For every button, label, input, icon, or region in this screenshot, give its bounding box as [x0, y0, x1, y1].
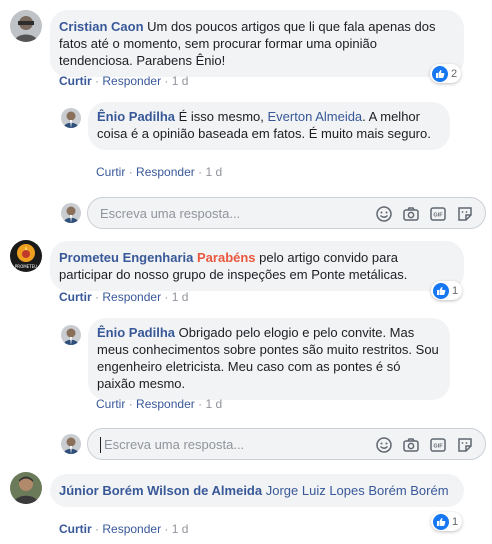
- avatar: [61, 203, 81, 223]
- comment-actions: Curtir · Responder · 1 d: [96, 397, 222, 411]
- comment-actions: Curtir · Responder · 1 d: [59, 74, 188, 88]
- mention-link[interactable]: Everton Almeida: [268, 109, 363, 124]
- reaction-count[interactable]: 1: [431, 281, 463, 300]
- reaction-number: 1: [452, 284, 459, 297]
- reply-link[interactable]: Responder: [102, 522, 161, 536]
- gif-icon[interactable]: GIF: [428, 435, 448, 455]
- sticker-icon[interactable]: [455, 435, 475, 455]
- separator: ·: [95, 522, 100, 536]
- reaction-number: 2: [451, 67, 458, 80]
- like-link[interactable]: Curtir: [59, 522, 92, 536]
- comment-author[interactable]: Júnior Borém Wilson de Almeida: [59, 483, 262, 498]
- avatar[interactable]: [10, 472, 42, 504]
- mention-link[interactable]: Jorge Luiz Lopes Borém Borém: [266, 483, 449, 498]
- comment-author[interactable]: Ênio Padilha: [97, 325, 175, 340]
- like-link[interactable]: Curtir: [59, 74, 92, 88]
- emoji-icon[interactable]: [374, 435, 394, 455]
- separator: ·: [164, 522, 169, 536]
- avatar: [61, 434, 81, 454]
- reply-box-icons: GIF: [374, 204, 475, 224]
- separator: ·: [95, 74, 100, 88]
- separator: ·: [95, 290, 100, 304]
- highlight-text: Parabéns: [197, 250, 256, 265]
- camera-icon[interactable]: [401, 204, 421, 224]
- reply-bubble: Ênio Padilha Obrigado pelo elogio e pelo…: [88, 318, 450, 400]
- like-icon: [433, 513, 449, 530]
- reply-input[interactable]: [88, 198, 358, 228]
- reply-link[interactable]: Responder: [136, 165, 195, 179]
- separator: ·: [198, 397, 203, 411]
- reply-box[interactable]: GIF: [87, 428, 486, 460]
- reply-link[interactable]: Responder: [102, 74, 161, 88]
- avatar[interactable]: [61, 325, 81, 345]
- avatar[interactable]: [10, 10, 42, 42]
- comment-actions: Curtir · Responder · 1 d: [96, 165, 222, 179]
- reaction-count[interactable]: 1: [431, 512, 463, 531]
- separator: ·: [198, 165, 203, 179]
- reaction-count[interactable]: 2: [430, 64, 462, 83]
- like-icon: [432, 65, 448, 82]
- reply-bubble: Ênio Padilha É isso mesmo, Everton Almei…: [88, 102, 450, 150]
- svg-text:GIF: GIF: [433, 444, 443, 450]
- sticker-icon[interactable]: [455, 204, 475, 224]
- reply-box-icons: GIF: [374, 435, 475, 455]
- comment-author[interactable]: Ênio Padilha: [97, 109, 175, 124]
- separator: ·: [164, 74, 169, 88]
- emoji-icon[interactable]: [374, 204, 394, 224]
- reply-link[interactable]: Responder: [136, 397, 195, 411]
- camera-icon[interactable]: [401, 435, 421, 455]
- text-caret: [100, 437, 101, 453]
- separator: ·: [164, 290, 169, 304]
- reaction-number: 1: [452, 515, 459, 528]
- like-link[interactable]: Curtir: [96, 165, 125, 179]
- timestamp[interactable]: 1 d: [205, 165, 222, 179]
- comment-author[interactable]: Prometeu Engenharia: [59, 250, 193, 265]
- avatar[interactable]: [61, 108, 81, 128]
- reply-input[interactable]: [88, 429, 358, 459]
- like-link[interactable]: Curtir: [96, 397, 125, 411]
- avatar-logo-text: PROMETEU: [15, 264, 37, 269]
- timestamp[interactable]: 1 d: [172, 290, 189, 304]
- comment-actions: Curtir · Responder · 1 d: [59, 522, 188, 536]
- reply-box[interactable]: GIF: [87, 197, 486, 229]
- comment-text-before: É isso mesmo,: [178, 109, 268, 124]
- separator: ·: [128, 165, 133, 179]
- svg-text:GIF: GIF: [433, 213, 443, 219]
- timestamp[interactable]: 1 d: [205, 397, 222, 411]
- comment-bubble: Júnior Borém Wilson de Almeida Jorge Lui…: [50, 474, 464, 507]
- timestamp[interactable]: 1 d: [172, 522, 189, 536]
- gif-icon[interactable]: GIF: [428, 204, 448, 224]
- comment-author[interactable]: Cristian Caon: [59, 19, 144, 34]
- comment-bubble: Prometeu Engenharia Parabéns pelo artigo…: [50, 241, 464, 291]
- separator: ·: [128, 397, 133, 411]
- like-icon: [433, 282, 449, 299]
- timestamp[interactable]: 1 d: [172, 74, 189, 88]
- reply-link[interactable]: Responder: [102, 290, 161, 304]
- comment-bubble: Cristian Caon Um dos poucos artigos que …: [50, 10, 464, 77]
- like-link[interactable]: Curtir: [59, 290, 92, 304]
- comment-actions: Curtir · Responder · 1 d: [59, 290, 188, 304]
- avatar[interactable]: PROMETEU: [10, 240, 42, 272]
